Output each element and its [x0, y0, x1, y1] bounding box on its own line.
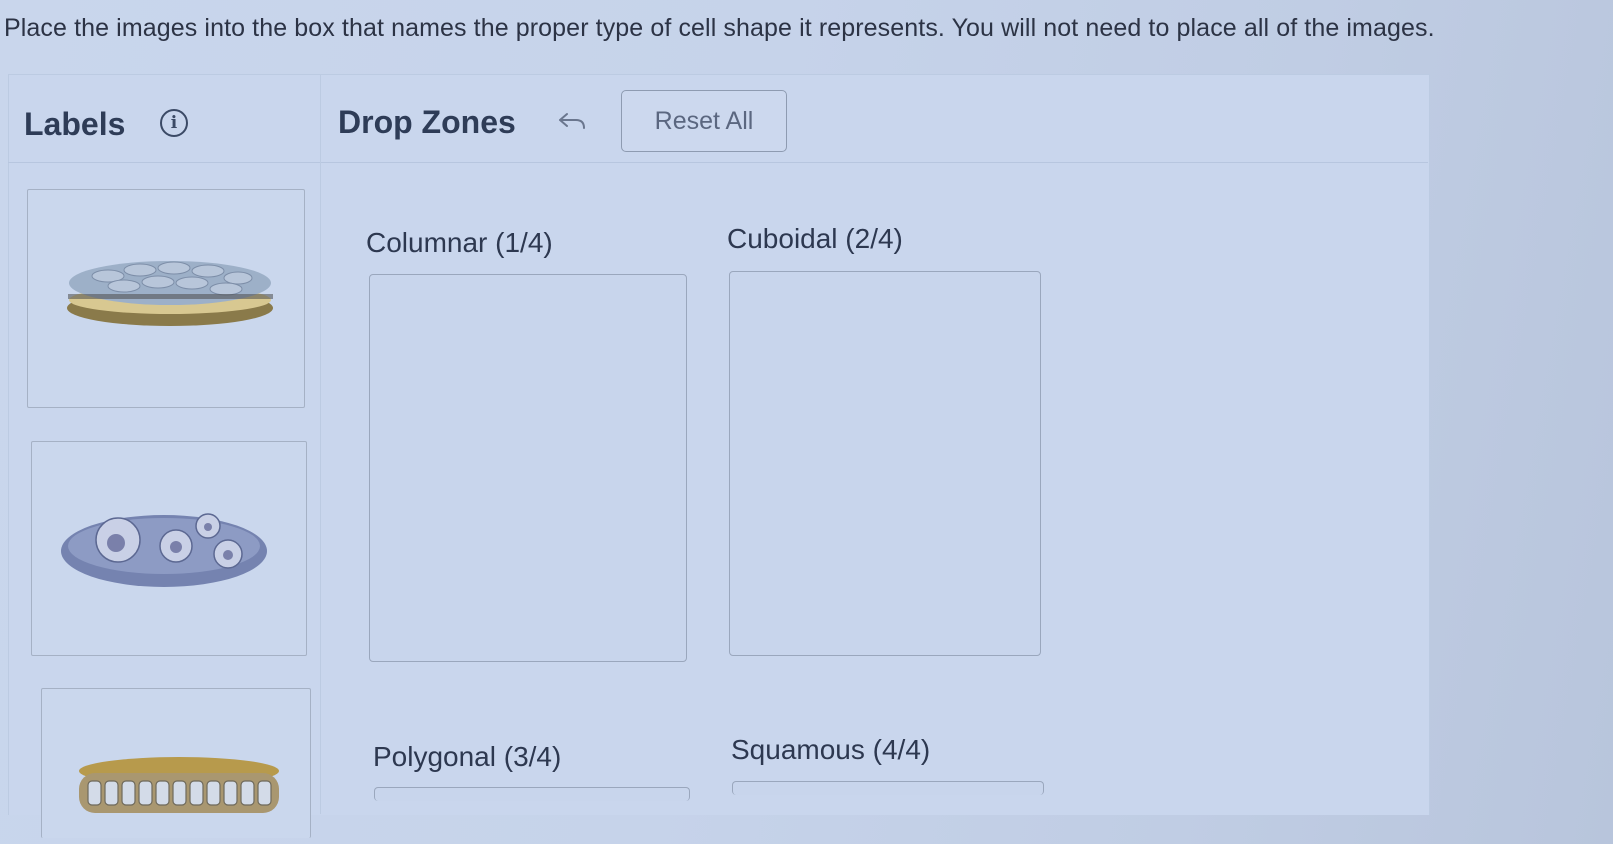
drop-zone-label-squamous: Squamous (4/4) — [731, 734, 931, 765]
reset-all-button[interactable]: Reset All — [621, 90, 787, 152]
drop-zone-polygonal[interactable] — [374, 787, 690, 801]
squamous-cell-layer-image — [67, 261, 273, 326]
label-card-columnar-image[interactable] — [41, 688, 311, 838]
drop-zone-label-cuboidal: Cuboidal (2/4) — [727, 223, 903, 254]
drop-zone-squamous[interactable] — [732, 781, 1044, 795]
polygonal-cell-cluster-image — [61, 513, 267, 587]
drop-zone-label-polygonal: Polygonal (3/4) — [373, 741, 562, 772]
drop-zone-cuboidal[interactable] — [729, 271, 1041, 656]
undo-arrow-icon[interactable] — [556, 110, 588, 134]
drop-zones-heading: Drop Zones — [338, 104, 516, 140]
labels-heading: Labels — [24, 106, 126, 142]
label-card-polygonal-image[interactable] — [31, 441, 307, 656]
panel-column-divider — [320, 74, 321, 814]
label-card-squamous-image[interactable] — [27, 189, 305, 408]
columnar-cell-layer-image — [79, 757, 279, 813]
instruction-text: Place the images into the box that names… — [4, 14, 1435, 42]
info-icon[interactable]: i — [160, 109, 188, 137]
drop-zone-label-columnar: Columnar (1/4) — [366, 227, 553, 258]
drop-zone-columnar[interactable] — [369, 274, 687, 662]
